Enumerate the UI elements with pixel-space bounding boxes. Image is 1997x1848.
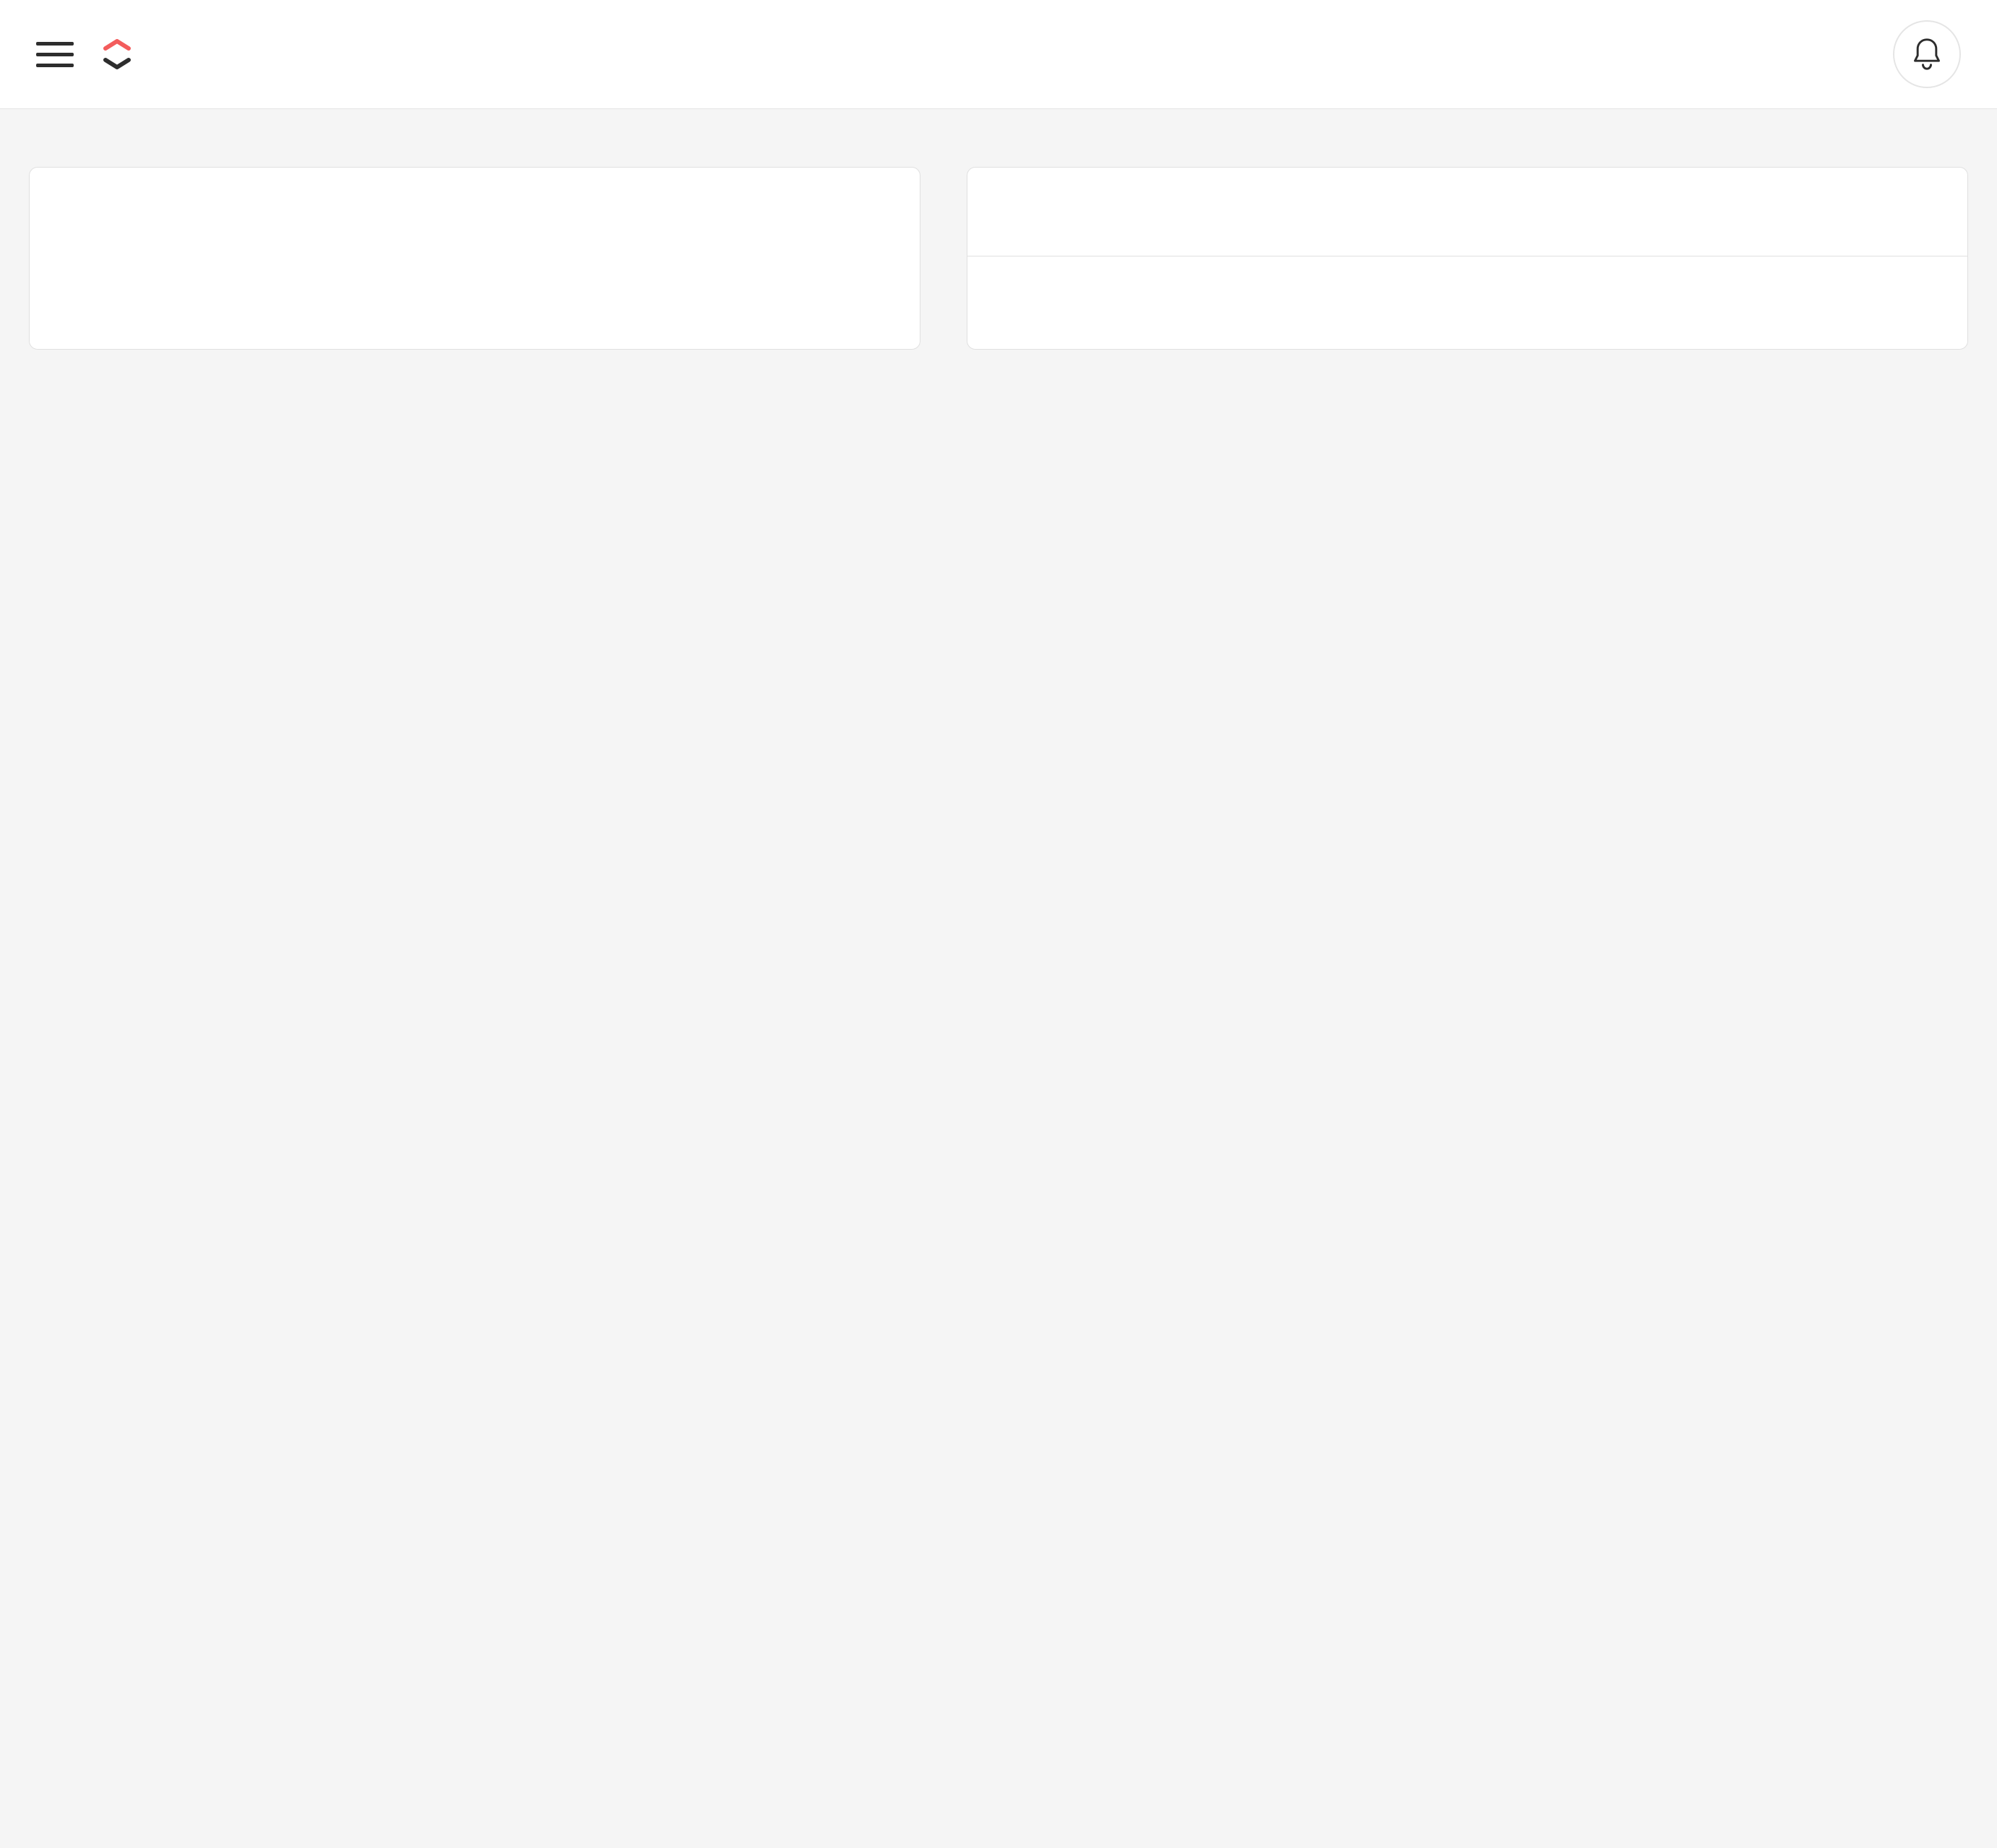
header-left xyxy=(36,38,137,70)
logo-mark-icon xyxy=(103,38,131,70)
panel-title xyxy=(967,168,1967,256)
app-header xyxy=(0,0,1997,109)
notifications-bell-button[interactable] xyxy=(1893,20,1961,88)
panel-body xyxy=(967,256,1967,349)
brand-logo[interactable] xyxy=(103,38,137,70)
content-area xyxy=(0,109,1997,407)
hamburger-line-icon xyxy=(36,53,74,56)
settings-sidebar xyxy=(29,167,920,350)
hamburger-line-icon xyxy=(36,64,74,67)
main-panel xyxy=(967,167,1968,350)
hamburger-menu-button[interactable] xyxy=(36,42,74,67)
hamburger-line-icon xyxy=(36,42,74,46)
bell-icon xyxy=(1911,37,1943,72)
